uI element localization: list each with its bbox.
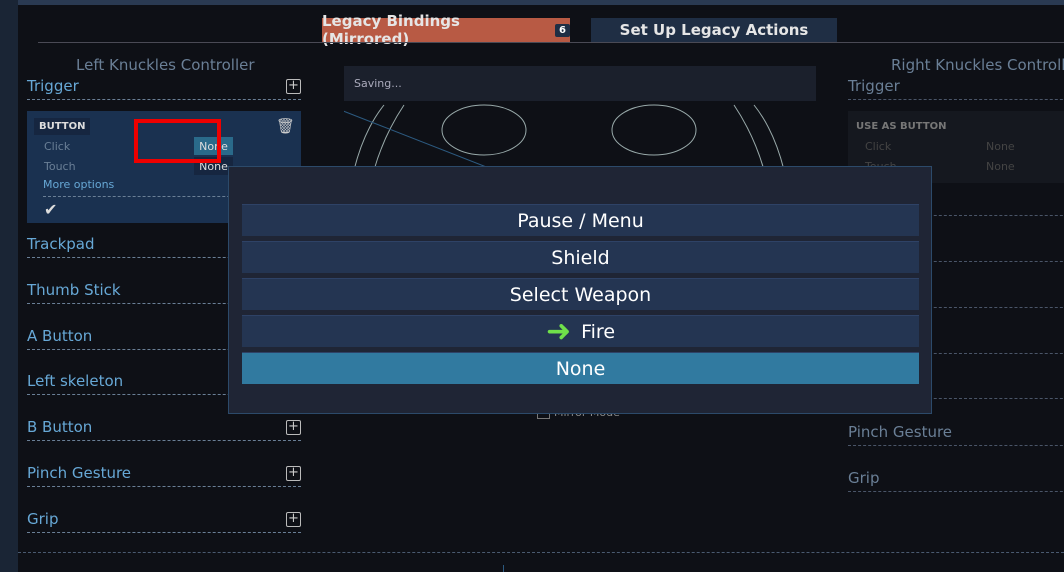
left-item-pinch-gesture[interactable]: Pinch Gesture + [27, 463, 301, 487]
item-label: Grip [848, 469, 880, 487]
add-icon[interactable]: + [286, 466, 301, 481]
option-select-weapon[interactable]: Select Weapon [242, 278, 919, 310]
side-strip [0, 0, 18, 572]
add-icon[interactable]: + [286, 420, 301, 435]
option-pause-menu[interactable]: Pause / Menu [242, 204, 919, 236]
item-label: A Button [27, 327, 93, 345]
add-icon[interactable]: + [286, 79, 301, 94]
more-options-link[interactable]: More options [43, 178, 114, 191]
left-controller-ring [373, 104, 405, 170]
arrow-right-icon: ➜ [545, 313, 572, 349]
click-label: Click [865, 140, 892, 153]
option-fire[interactable]: ➜ Fire [242, 315, 919, 347]
left-item-grip[interactable]: Grip + [27, 509, 301, 533]
item-label: Left skeleton [27, 372, 124, 390]
option-shield[interactable]: Shield [242, 241, 919, 273]
option-none[interactable]: None [242, 352, 919, 384]
left-controller-title: Left Knuckles Controller [76, 56, 255, 74]
action-select-dialog: Pause / Menu Shield Select Weapon ➜ Fire … [228, 166, 932, 414]
item-label: Grip [27, 510, 59, 528]
touch-label: Touch [44, 160, 76, 173]
right-item-grip[interactable]: Grip [848, 468, 1064, 492]
mode-label: BUTTON [34, 118, 91, 135]
right-item-pinch-gesture[interactable]: Pinch Gesture [848, 422, 1064, 446]
status-bar: Saving... [344, 66, 816, 101]
click-value[interactable]: None [986, 140, 1015, 153]
item-label: Pinch Gesture [27, 464, 132, 482]
right-controller-ring [753, 104, 785, 170]
left-controller-head [441, 104, 527, 156]
connector-line [344, 110, 495, 170]
trash-icon[interactable]: 🗑 [276, 117, 295, 135]
touch-value[interactable]: None [986, 160, 1015, 173]
right-item-trigger[interactable]: Trigger [848, 76, 1064, 100]
divider [503, 565, 504, 572]
tab-set-up-legacy-actions[interactable]: Set Up Legacy Actions [591, 18, 837, 42]
item-label: Trigger [27, 77, 79, 95]
item-label: Pinch Gesture [848, 423, 953, 441]
right-controller-title: Right Knuckles Controller [891, 56, 1064, 74]
count-badge: 6 [555, 23, 570, 37]
right-controller-head [611, 104, 697, 156]
mode-label: USE AS BUTTON [856, 121, 947, 132]
item-label: Thumb Stick [27, 281, 121, 299]
click-label: Click [44, 140, 71, 153]
divider [18, 552, 1064, 553]
left-item-b-button[interactable]: B Button + [27, 417, 301, 441]
item-label: Trigger [848, 77, 900, 95]
item-label: Trackpad [27, 235, 95, 253]
controller-illustration [344, 104, 785, 170]
left-controller-ring [353, 104, 385, 170]
tab-legacy-bindings[interactable]: Legacy Bindings (Mirrored) 6 [322, 12, 570, 48]
item-label: B Button [27, 418, 93, 436]
add-icon[interactable]: + [286, 512, 301, 527]
right-controller-ring [733, 104, 765, 170]
divider [38, 42, 1064, 43]
top-bar [18, 0, 1064, 5]
option-label: Fire [581, 320, 616, 343]
left-item-trigger[interactable]: Trigger + [27, 76, 301, 100]
check-icon[interactable]: ✔ [44, 200, 57, 219]
highlight-box [134, 119, 221, 163]
